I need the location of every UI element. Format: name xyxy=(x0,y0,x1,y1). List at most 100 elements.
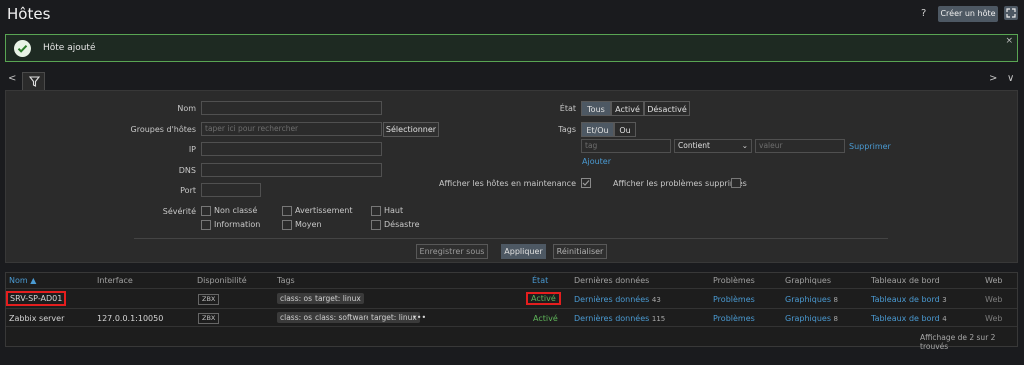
dns-input[interactable] xyxy=(201,163,382,177)
tags-or-option[interactable]: Ou xyxy=(614,122,636,137)
host-name-link[interactable]: Zabbix server xyxy=(9,314,64,323)
save-as-button[interactable]: Enregistrer sous xyxy=(416,244,488,259)
web-link: Web xyxy=(985,314,1003,323)
check-icon xyxy=(582,180,590,186)
column-header-state[interactable]: État xyxy=(532,276,548,285)
filter-tab[interactable] xyxy=(22,72,45,91)
availability-badge: ZBX xyxy=(198,294,220,305)
column-header-graphs: Graphiques xyxy=(785,276,831,285)
severity-information-checkbox[interactable] xyxy=(201,220,211,230)
severity-disaster-checkbox[interactable] xyxy=(371,220,381,230)
port-input[interactable] xyxy=(201,183,261,197)
check-circle-icon xyxy=(14,40,31,57)
column-header-name[interactable]: Nom ▲ xyxy=(9,276,36,285)
dashboards-label: Tableaux de bord xyxy=(871,295,940,304)
tag-name-input[interactable]: tag xyxy=(581,139,671,153)
message-text: Hôte ajouté xyxy=(43,43,96,53)
severity-average-checkbox[interactable] xyxy=(282,220,292,230)
suppressed-label: Afficher les problèmes supprimés xyxy=(613,179,747,188)
severity-option-label: Moyen xyxy=(295,220,322,229)
tag-operator-select[interactable]: Contient ⌄ xyxy=(674,139,752,153)
tag-chip: class: os xyxy=(277,293,316,304)
dashboards-count: 4 xyxy=(942,315,947,323)
more-tags-icon[interactable]: ••• xyxy=(412,313,426,322)
web-link: Web xyxy=(985,295,1003,304)
reset-button[interactable]: Réinitialiser xyxy=(553,244,607,259)
tag-chip: target: linux xyxy=(312,293,364,304)
page-title: Hôtes xyxy=(7,5,51,23)
create-host-button[interactable]: Créer un hôte xyxy=(938,6,998,22)
port-label: Port xyxy=(180,186,196,195)
severity-warning-checkbox[interactable] xyxy=(282,206,292,216)
column-header-interface: Interface xyxy=(97,276,133,285)
graphs-label: Graphiques xyxy=(785,314,831,323)
column-header-availability: Disponibilité xyxy=(197,276,247,285)
host-name-link[interactable]: SRV-SP-AD01 xyxy=(6,291,67,306)
latest-data-label: Dernières données xyxy=(574,295,650,304)
graphs-count: 8 xyxy=(833,315,839,323)
state-enabled-option[interactable]: Activé xyxy=(611,101,644,116)
hostgroups-label: Groupes d'hôtes xyxy=(130,125,196,134)
fullscreen-icon xyxy=(1006,8,1016,18)
remove-tag-link[interactable]: Supprimer xyxy=(849,142,891,151)
close-message-icon[interactable]: × xyxy=(1005,36,1013,46)
chevron-right-icon[interactable]: > xyxy=(989,73,997,84)
column-header-web: Web xyxy=(985,276,1003,285)
chevron-down-icon[interactable]: ∨ xyxy=(1007,73,1014,84)
row-divider xyxy=(6,308,1017,309)
suppressed-checkbox[interactable] xyxy=(731,178,741,188)
column-header-tags: Tags xyxy=(277,276,295,285)
filter-divider xyxy=(134,238,888,239)
tag-chip: class: software xyxy=(312,312,374,323)
ip-label: IP xyxy=(188,145,196,154)
host-state-toggle[interactable]: Activé xyxy=(533,314,558,323)
graphs-link[interactable]: Graphiques 8 xyxy=(785,314,838,323)
latest-data-link[interactable]: Dernières données 115 xyxy=(574,314,665,323)
latest-data-link[interactable]: Dernières données 43 xyxy=(574,295,661,304)
severity-not-classified-checkbox[interactable] xyxy=(201,206,211,216)
severity-option-label: Avertissement xyxy=(295,206,353,215)
problems-link[interactable]: Problèmes xyxy=(713,295,755,304)
severity-option-label: Haut xyxy=(384,206,404,215)
tags-and-or-option[interactable]: Et/Ou xyxy=(581,122,614,137)
tag-value-input[interactable]: valeur xyxy=(755,139,845,153)
dashboards-link[interactable]: Tableaux de bord 4 xyxy=(871,314,947,323)
problems-link[interactable]: Problèmes xyxy=(713,314,755,323)
graphs-link[interactable]: Graphiques 8 xyxy=(785,295,838,304)
dashboards-label: Tableaux de bord xyxy=(871,314,940,323)
hosts-table xyxy=(5,272,1018,347)
ip-input[interactable] xyxy=(201,142,382,156)
success-message: Hôte ajouté × xyxy=(5,34,1018,62)
tag-chip: class: os xyxy=(277,312,316,323)
maintenance-label: Afficher les hôtes en maintenance xyxy=(439,179,576,188)
severity-high-checkbox[interactable] xyxy=(371,206,381,216)
severity-option-label: Non classé xyxy=(214,206,258,215)
dashboards-count: 3 xyxy=(942,296,947,304)
row-divider xyxy=(6,288,1017,289)
host-state-toggle[interactable]: Activé xyxy=(526,292,561,305)
row-divider xyxy=(6,326,1017,327)
severity-label: Sévérité xyxy=(162,207,196,216)
state-disabled-option[interactable]: Désactivé xyxy=(644,101,690,116)
help-button[interactable]: ? xyxy=(921,8,926,19)
graphs-label: Graphiques xyxy=(785,295,831,304)
chevron-down-icon: ⌄ xyxy=(741,141,748,150)
hostgroups-input[interactable]: taper ici pour rechercher xyxy=(201,122,382,136)
chevron-left-icon[interactable]: < xyxy=(8,73,16,84)
dns-label: DNS xyxy=(178,166,196,175)
dashboards-link[interactable]: Tableaux de bord 3 xyxy=(871,295,947,304)
add-tag-link[interactable]: Ajouter xyxy=(582,157,611,166)
name-input[interactable] xyxy=(201,101,382,115)
table-footer: Affichage de 2 sur 2 trouvés xyxy=(920,333,996,351)
select-hostgroups-button[interactable]: Sélectionner xyxy=(383,122,439,137)
graphs-count: 8 xyxy=(833,296,839,304)
maintenance-checkbox[interactable] xyxy=(581,178,591,188)
severity-option-label: Désastre xyxy=(384,220,420,229)
latest-data-count: 115 xyxy=(651,315,666,323)
fullscreen-button[interactable] xyxy=(1004,6,1018,20)
filter-icon xyxy=(28,76,41,87)
apply-button[interactable]: Appliquer xyxy=(501,244,546,259)
state-all-option[interactable]: Tous xyxy=(581,101,611,116)
tags-label: Tags xyxy=(558,125,576,134)
latest-data-count: 43 xyxy=(651,296,661,304)
